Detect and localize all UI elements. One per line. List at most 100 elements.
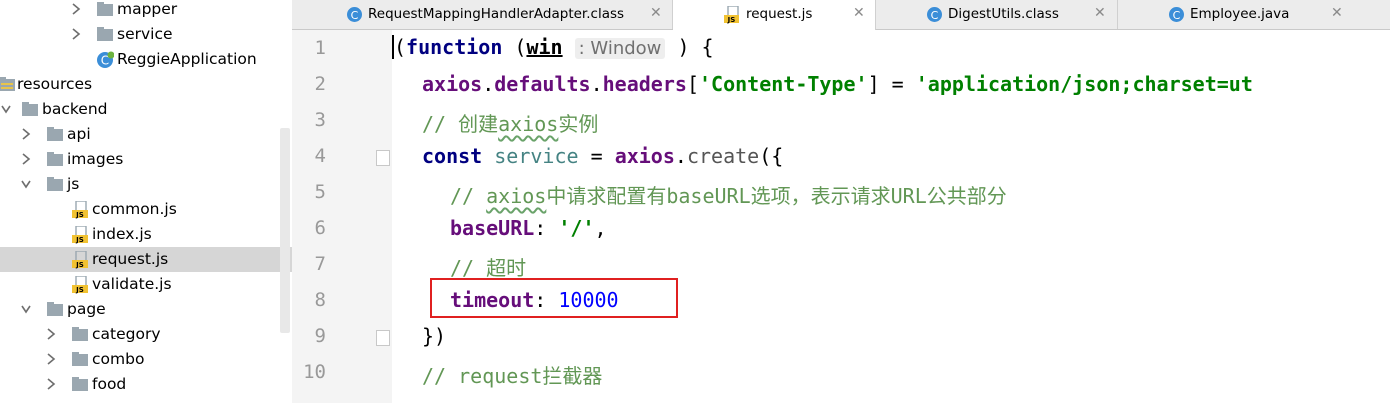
code-identifier: axios [614,144,675,168]
chevron-down-icon[interactable] [20,176,32,192]
code-string: '/' [558,216,595,240]
close-icon[interactable]: ✕ [853,5,865,21]
code-identifier: axios [422,72,483,96]
editor-tab-bar: C RequestMappingHandlerAdapter.class ✕ J… [292,0,1390,30]
folder-icon [46,301,64,317]
tree-item-common-js[interactable]: JS common.js [0,197,292,222]
tree-item-backend[interactable]: backend [0,97,292,122]
folder-icon [46,126,64,142]
chevron-right-icon[interactable] [45,351,57,367]
code-comment: // 创建 [422,112,499,136]
tree-item-request-js[interactable]: JS request.js [0,247,292,272]
fold-marker-icon[interactable] [376,330,390,346]
tree-item-service[interactable]: service [0,22,292,47]
tree-item-category[interactable]: category [0,322,292,347]
code-paren: ( [392,35,407,59]
svg-text:JS: JS [75,261,84,269]
code-comment: // 超时 [450,256,527,280]
tree-item-label: validate.js [92,275,172,293]
tree-scrollbar[interactable] [280,128,290,333]
tree-item-resources[interactable]: resources [0,72,292,97]
code-function: create [686,144,760,168]
code-variable: service [494,144,579,168]
svg-text:C: C [931,9,939,22]
code-comment-word: axios [498,112,559,136]
line-number: 2 [314,73,326,95]
close-icon[interactable]: ✕ [1331,5,1343,21]
folder-icon [71,376,89,392]
folder-icon [46,176,64,192]
code-string: 'Content-Type' [698,72,868,96]
close-icon[interactable]: ✕ [1094,5,1106,21]
folder-icon [46,151,64,167]
chevron-right-icon[interactable] [20,126,32,142]
resources-folder-icon [0,76,16,92]
tree-item-combo[interactable]: combo [0,347,292,372]
tab-employee-java[interactable]: C Employee.java ✕ [1118,0,1390,29]
tree-item-label: page [67,300,106,318]
close-icon[interactable]: ✕ [650,5,662,21]
chevron-down-icon[interactable] [20,301,32,317]
line-number: 9 [314,325,326,347]
code-line-2: axios.defaults.headers['Content-Type'] =… [422,72,1253,96]
code-punct: ) { [665,35,714,59]
tree-item-images[interactable]: images [0,147,292,172]
code-punct: , [594,216,607,240]
code-punct: [ [686,72,699,96]
tab-request-js[interactable]: JS request.js ✕ [673,0,876,30]
chevron-right-icon[interactable] [70,26,82,42]
line-number: 5 [314,181,326,203]
code-punct: }) [422,324,447,348]
tree-item-food[interactable]: food [0,372,292,397]
tab-request-mapping-handler-adapter[interactable]: C RequestMappingHandlerAdapter.class ✕ [292,0,673,29]
svg-text:C: C [1173,9,1181,22]
tree-item-label: common.js [92,200,177,218]
svg-text:C: C [351,9,359,22]
code-punct: . [674,144,687,168]
chevron-right-icon[interactable] [45,376,57,392]
folder-icon [96,26,114,42]
tree-item-label: mapper [117,0,178,18]
chevron-right-icon[interactable] [45,326,57,342]
code-punct: ({ [759,144,784,168]
fold-marker-icon[interactable] [376,150,390,166]
code-keyword: function [406,35,503,59]
code-line-9: }) [422,324,446,348]
code-comment: // [450,184,487,208]
tree-item-api[interactable]: api [0,122,292,147]
chevron-right-icon[interactable] [70,1,82,17]
code-editor[interactable]: (function (win : Window ) { axios.defaul… [392,30,1390,403]
tree-item-validate-js[interactable]: JS validate.js [0,272,292,297]
tree-item-reggie-application[interactable]: C ReggieApplication [0,47,292,72]
folder-icon [21,101,39,117]
code-string: 'application/json;charset=ut [915,72,1253,96]
tree-item-js[interactable]: js [0,172,292,197]
code-punct: : [534,216,559,240]
code-line-7: // 超时 [450,252,526,281]
code-line-3: // 创建axios实例 [422,108,598,137]
chevron-down-icon[interactable] [0,101,12,117]
chevron-right-icon[interactable] [20,151,32,167]
tree-item-mapper[interactable]: mapper [0,0,292,22]
line-number-gutter[interactable]: 1 2 3 4 5 6 7 8 9 10 [292,30,392,403]
line-number: 7 [314,253,326,275]
tree-item-label: index.js [92,225,152,243]
js-file-icon: JS [723,5,740,24]
folder-icon [71,351,89,367]
svg-text:JS: JS [75,211,84,219]
svg-text:JS: JS [727,16,736,24]
line-number: 10 [303,361,326,383]
js-file-icon: JS [71,200,89,219]
code-property: defaults [494,72,591,96]
tree-item-index-js[interactable]: JS index.js [0,222,292,247]
code-comment-word: axios [486,184,547,208]
java-class-icon: C [1168,6,1185,23]
code-line-6: baseURL: '/', [450,216,607,240]
tree-item-label: combo [92,350,145,368]
tree-item-label: ReggieApplication [117,50,257,68]
folder-icon [71,326,89,342]
tree-item-label: backend [42,100,108,118]
tree-item-page[interactable]: page [0,297,292,322]
tab-digest-utils[interactable]: C DigestUtils.class ✕ [876,0,1118,29]
